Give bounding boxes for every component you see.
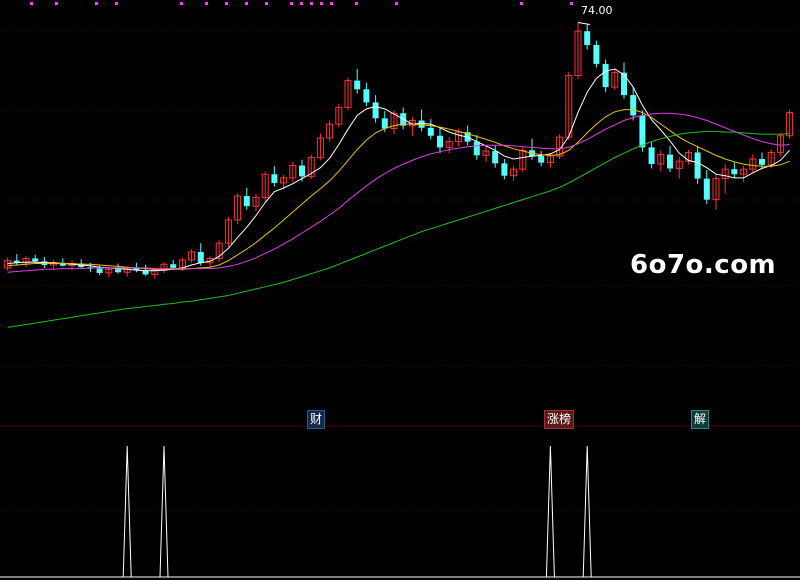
top-marker [520,2,523,5]
candle-body-down [354,80,361,90]
candle-body-down [538,156,545,163]
candle-body-down [731,169,738,175]
candle-body-down [243,196,250,207]
top-marker [310,2,313,5]
top-markers [30,2,573,5]
candle-body-down [115,269,121,273]
top-marker [95,2,98,5]
ma-mid-line [7,109,790,270]
top-marker [265,2,268,5]
watermark-text: 6o7o.com [630,250,777,280]
candle-body-down [593,45,600,64]
candle-body-down [427,127,434,136]
peak-pointer [577,22,591,26]
candle-body-down [492,151,499,164]
candle-body-down [667,154,673,169]
moving-averages [7,22,790,328]
candle-body-down [584,31,591,46]
top-marker [290,2,293,5]
candle-body-down [381,118,388,129]
top-marker [30,2,33,5]
tag-cai[interactable]: 财 [307,410,326,429]
candle-body-down [759,158,765,165]
tag-jie[interactable]: 解 [691,410,710,429]
top-marker [180,2,183,5]
candle-body-down [363,89,370,103]
candle-body-down [299,165,305,177]
top-marker [320,2,323,5]
candle-body-down [473,141,480,156]
candle-body-down [197,251,204,263]
top-marker [205,2,208,5]
candle-body-down [703,178,710,200]
top-marker [570,2,573,5]
candle-body-down [694,152,701,179]
candle-body-down [170,264,177,268]
candle-body-down [271,174,278,183]
top-marker [300,2,303,5]
candle-body-down [501,163,508,176]
candle-body-down [648,147,655,165]
candle-body-down [96,268,103,273]
candle-body-down [602,63,609,88]
candle-body-down [630,95,637,116]
signal-pane [7,445,790,578]
top-marker [55,2,58,5]
candle-body-down [32,258,39,262]
candle-body-down [372,102,379,119]
chart-canvas [0,2,800,578]
top-marker [330,2,333,5]
candle-body-down [437,135,443,148]
top-marker [115,2,118,5]
candle-body-down [621,72,627,96]
top-marker [395,2,398,5]
peak-price-label: 74.00 [581,4,613,17]
tag-zhangbang[interactable]: 涨榜 [544,410,575,429]
candle-body-down [639,115,646,148]
top-marker [245,2,248,5]
candle-body-down [418,120,425,128]
top-marker [355,2,358,5]
signal-line [7,445,790,578]
top-marker [225,2,228,5]
ma-long-line [7,112,790,273]
